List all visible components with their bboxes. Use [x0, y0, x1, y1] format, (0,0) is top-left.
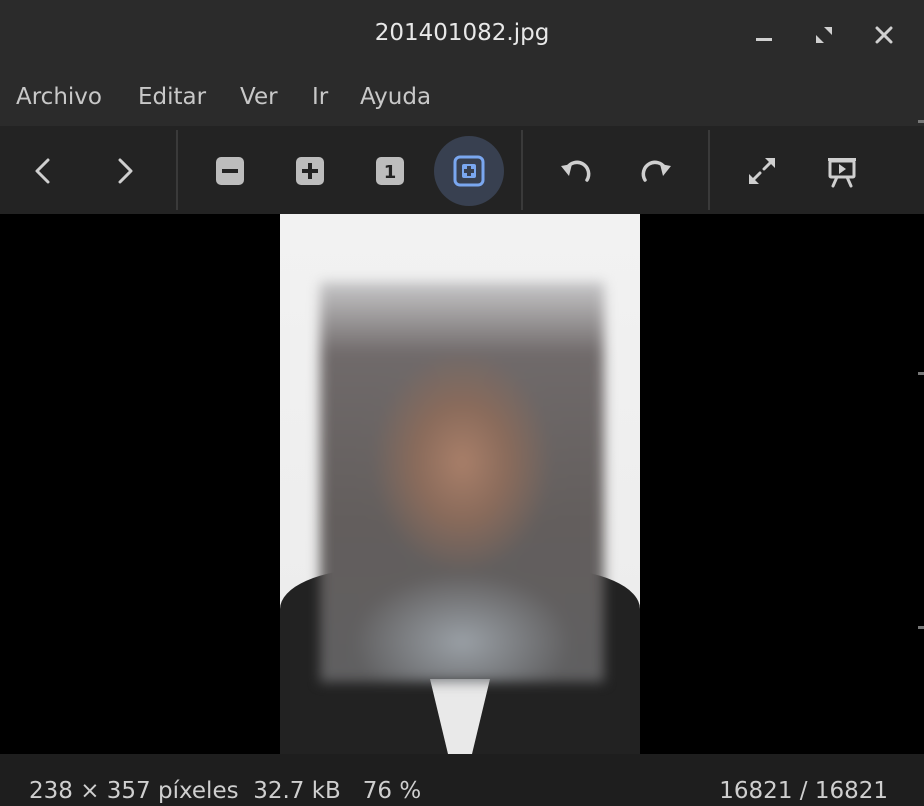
slideshow-icon — [828, 158, 856, 188]
image-viewer[interactable] — [0, 214, 924, 754]
zoom-in-icon — [296, 157, 324, 185]
toolbar-separator — [521, 130, 523, 210]
status-info: 238 × 357 píxeles 32.7 kB 76 % — [29, 778, 421, 804]
next-icon — [118, 158, 133, 184]
zoom-in-button[interactable] — [275, 136, 345, 206]
blurred-face-region — [320, 282, 604, 682]
menu-bar: Archivo Editar Ver Ir Ayuda — [0, 72, 924, 126]
rotate-left-button[interactable] — [541, 136, 611, 206]
toolbar: 1 — [0, 126, 924, 214]
slideshow-button[interactable] — [807, 136, 877, 206]
edge-mark — [918, 120, 924, 123]
toolbar-separator — [708, 130, 710, 210]
next-button[interactable] — [89, 136, 159, 206]
edge-mark — [918, 372, 924, 375]
file-size: 32.7 kB — [253, 778, 341, 804]
zoom-out-icon — [216, 157, 244, 185]
fullscreen-icon — [749, 158, 775, 184]
menu-archivo[interactable]: Archivo — [16, 84, 102, 110]
title-bar: 201401082.jpg — [0, 0, 924, 72]
restore-icon — [816, 27, 832, 43]
zoom-fit-button[interactable] — [434, 136, 504, 206]
rotate-right-icon — [641, 160, 671, 182]
image-position: 16821 / 16821 — [719, 778, 888, 804]
menu-ayuda[interactable]: Ayuda — [360, 84, 431, 110]
window-title: 201401082.jpg — [374, 20, 550, 46]
displayed-photo — [280, 214, 640, 754]
zoom-1-1-button[interactable]: 1 — [355, 136, 425, 206]
zoom-fit-icon — [453, 155, 485, 187]
zoom-1-1-icon: 1 — [376, 157, 404, 185]
menu-editar[interactable]: Editar — [138, 84, 206, 110]
edge-mark — [918, 626, 924, 629]
rotate-right-button[interactable] — [621, 136, 691, 206]
close-button[interactable] — [867, 18, 901, 52]
fullscreen-button[interactable] — [727, 136, 797, 206]
rotate-left-icon — [561, 160, 591, 182]
svg-text:1: 1 — [384, 162, 397, 183]
minimize-button[interactable] — [747, 18, 781, 52]
close-icon — [875, 26, 893, 44]
image-dimensions: 238 × 357 píxeles — [29, 778, 239, 804]
zoom-out-button[interactable] — [195, 136, 265, 206]
zoom-level: 76 % — [362, 778, 422, 804]
previous-icon — [35, 158, 50, 184]
restore-button[interactable] — [807, 18, 841, 52]
menu-ir[interactable]: Ir — [312, 84, 328, 110]
menu-ver[interactable]: Ver — [240, 84, 278, 110]
minimize-icon — [756, 38, 772, 41]
toolbar-separator — [176, 130, 178, 210]
previous-button[interactable] — [9, 136, 79, 206]
status-bar: 238 × 357 píxeles 32.7 kB 76 % 16821 / 1… — [0, 754, 924, 806]
